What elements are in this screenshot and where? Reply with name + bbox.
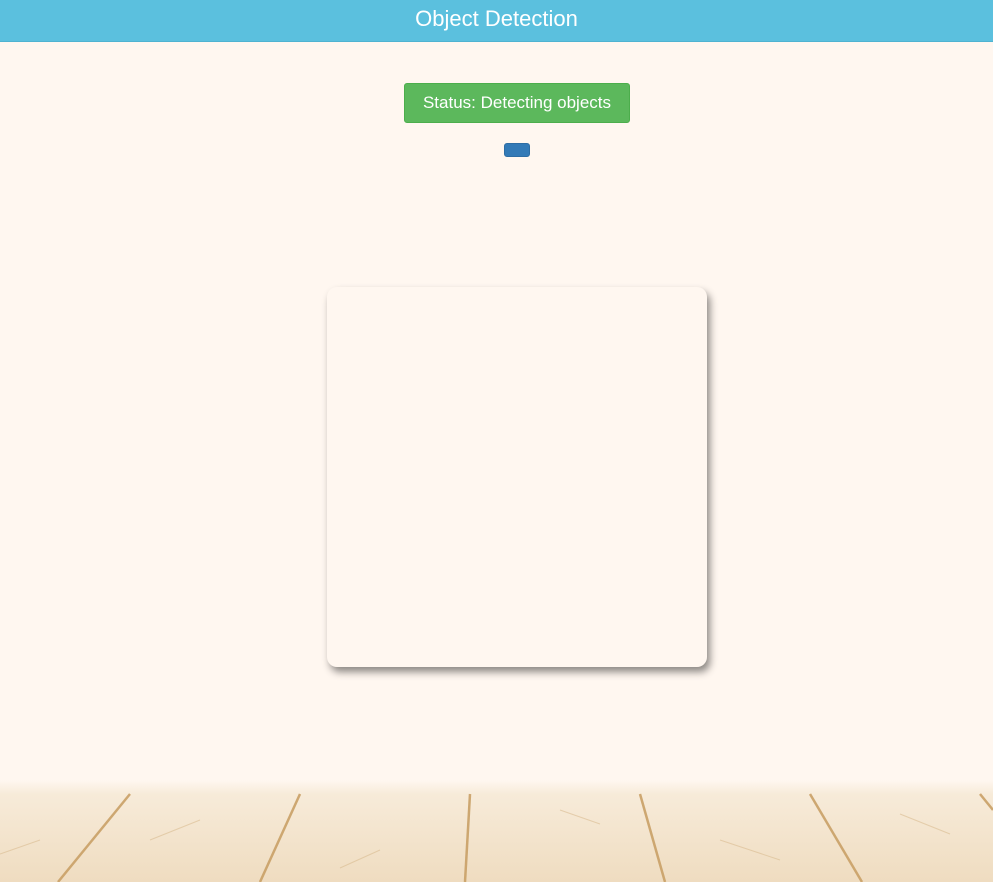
app-header: Object Detection bbox=[0, 0, 993, 42]
wooden-floor-background bbox=[0, 780, 993, 882]
detection-canvas bbox=[327, 287, 707, 667]
detect-button[interactable] bbox=[504, 143, 530, 157]
status-badge: Status: Detecting objects bbox=[404, 83, 630, 123]
page-title: Object Detection bbox=[415, 5, 578, 31]
